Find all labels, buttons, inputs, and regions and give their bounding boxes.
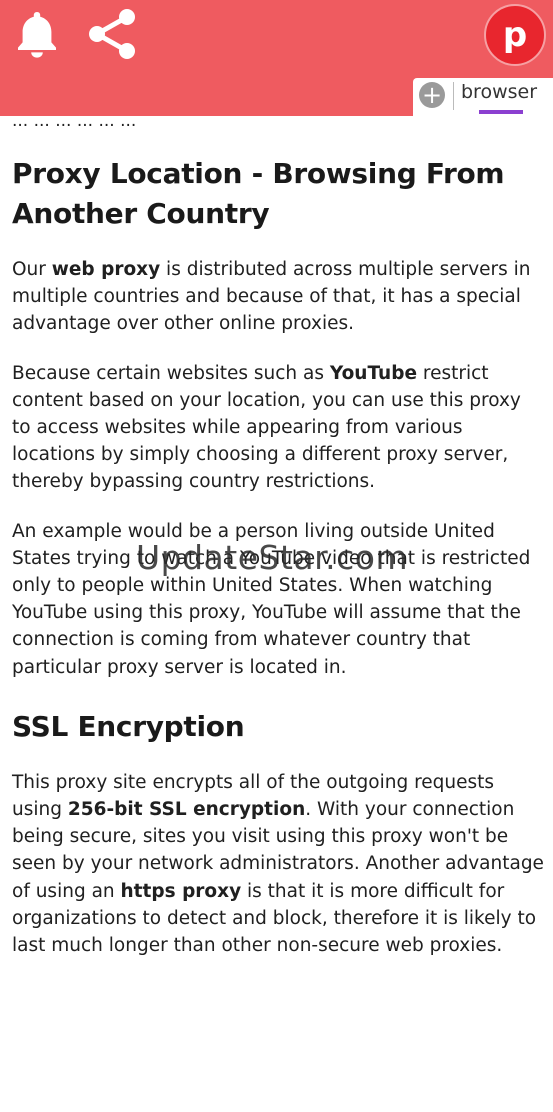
paragraph-example: An example would be a person living outs… [12, 520, 531, 678]
share-button[interactable] [84, 6, 140, 62]
top-app-bar: p + browser [0, 0, 553, 116]
paragraph-youtube: Because certain websites such as YouTube… [12, 362, 521, 493]
plus-icon: + [421, 81, 443, 109]
bell-icon [18, 12, 56, 58]
paragraph-web-proxy: Our web proxy is distributed across mult… [12, 259, 531, 335]
heading-ssl-encryption: SSL Encryption [12, 709, 245, 743]
notifications-button[interactable] [12, 8, 62, 60]
heading-proxy-location: Proxy Location - Browsing From Another C… [12, 157, 505, 230]
share-icon [89, 9, 135, 59]
tab-browser[interactable]: browser [461, 81, 537, 103]
bold-web-proxy: web proxy [51, 259, 161, 280]
tab-divider [453, 82, 454, 110]
active-tab-indicator [479, 110, 523, 114]
cut-off-text: ... ... ... ... ... ... [12, 116, 137, 126]
paragraph-ssl: This proxy site encrypts all of the outg… [12, 771, 544, 957]
article-content: ... ... ... ... ... ... Proxy Location -… [12, 116, 544, 981]
bold-ssl: 256-bit SSL encryption [67, 799, 306, 821]
bold-youtube: YouTube [329, 362, 418, 384]
tab-bar: + browser [413, 78, 553, 116]
add-tab-button[interactable]: + [419, 82, 445, 108]
bold-https-proxy: https proxy [120, 880, 242, 902]
profile-avatar[interactable]: p [484, 4, 546, 66]
